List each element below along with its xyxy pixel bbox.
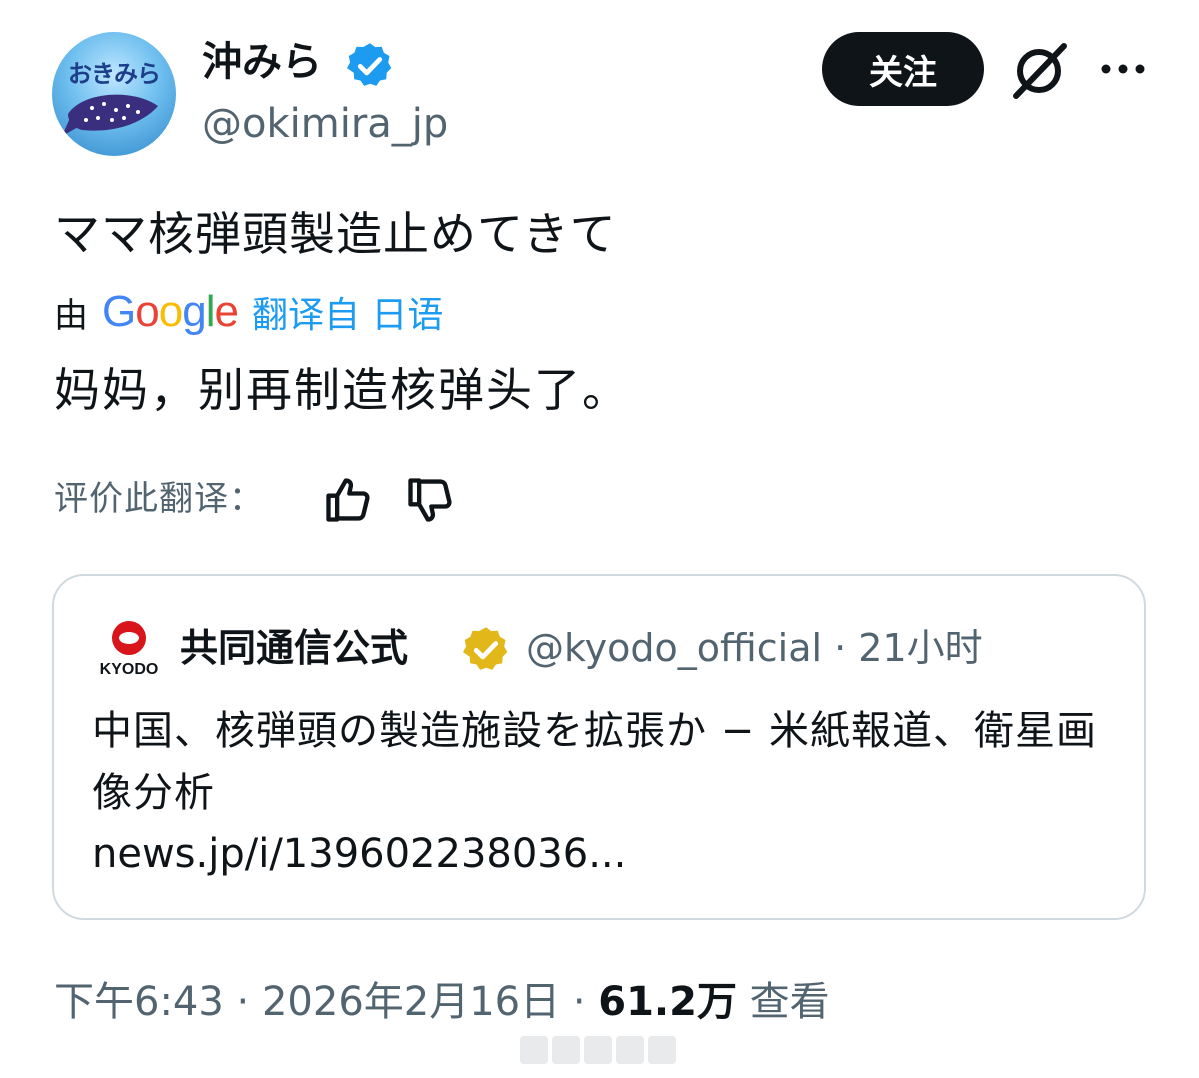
translated-prefix: 由: [54, 295, 88, 336]
gold-verified-badge-icon[interactable]: [460, 624, 512, 676]
translation-attribution: 由 Google 翻译自 日语: [54, 284, 443, 340]
tweet-meta: 下午6:43 · 2026年2月16日 · 61.2万 查看: [54, 974, 830, 1030]
translate-source-link[interactable]: 翻译自 日语: [252, 286, 443, 338]
google-logo: Google: [102, 287, 239, 336]
verified-badge-icon[interactable]: [344, 40, 396, 92]
translated-text: 妈妈，别再制造核弹头了。: [54, 363, 630, 417]
whale-shark-illustration: [62, 94, 158, 136]
tweet-text: ママ核弾頭製造止めてきて: [54, 207, 617, 261]
views-label: 查看: [736, 979, 830, 1025]
handle[interactable]: @okimira_jp: [202, 100, 448, 148]
thumbs-up-icon[interactable]: [322, 474, 374, 526]
follow-button[interactable]: 关注: [822, 32, 984, 106]
kyodo-logo: KYODO: [100, 621, 159, 678]
quoted-tweet-link[interactable]: news.jp/i/139602238036...: [92, 826, 626, 882]
avatar[interactable]: おきみら: [52, 32, 176, 156]
watermark: [520, 1036, 676, 1064]
quoted-display-name[interactable]: 共同通信公式: [180, 620, 408, 676]
grok-icon[interactable]: [1008, 40, 1070, 102]
rate-translation-label: 评价此翻译：: [54, 479, 264, 519]
kyodo-logo-text: KYODO: [100, 661, 159, 678]
views-count: 61.2万: [598, 979, 737, 1025]
thumbs-down-icon[interactable]: [404, 474, 456, 526]
quoted-handle-time[interactable]: @kyodo_official · 21小时: [526, 620, 983, 676]
timestamp[interactable]: 下午6:43 · 2026年2月16日 ·: [54, 979, 598, 1025]
quoted-tweet-text: 中国、核弾頭の製造施設を拡張か − 米紙報道、衛星画像分析: [92, 708, 1097, 816]
more-options-icon[interactable]: [1098, 56, 1148, 82]
display-name[interactable]: 沖みら: [202, 38, 322, 86]
